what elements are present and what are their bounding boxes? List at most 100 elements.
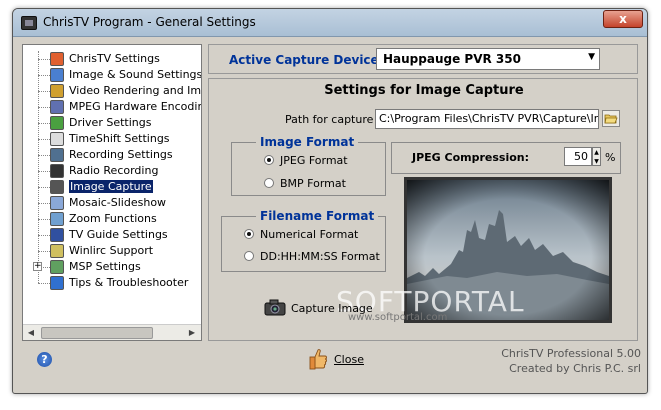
scroll-right-icon[interactable]: ▶	[186, 327, 198, 339]
mpeg-icon	[50, 100, 64, 114]
tree-connector	[38, 155, 50, 156]
mosaic-icon	[50, 196, 64, 210]
tree-item[interactable]: MPEG Hardware Encoding	[23, 99, 201, 115]
tree-item-label: Radio Recording	[69, 164, 159, 177]
expand-icon[interactable]: +	[33, 262, 42, 271]
capture-image-label: Capture Image	[291, 302, 373, 315]
tree-item[interactable]: Winlirc Support	[23, 243, 201, 259]
capture-device-value: Hauppauge PVR 350	[383, 52, 521, 66]
video-icon	[50, 84, 64, 98]
microphone-icon	[50, 164, 64, 178]
tree-connector	[38, 75, 50, 76]
msp-icon	[50, 260, 64, 274]
filename-format-group: Filename Format Numerical Format DD:HH:M…	[221, 209, 386, 272]
tree-connector	[38, 123, 50, 124]
tree-item-label: Tips & Troubleshooter	[69, 276, 189, 289]
capture-device-select[interactable]: Hauppauge PVR 350 ▼	[376, 48, 600, 70]
radio-unchecked-icon	[244, 251, 254, 261]
tree-connector	[38, 139, 50, 140]
jpeg-format-radio[interactable]: JPEG Format	[264, 154, 348, 167]
tree-item-label: Recording Settings	[69, 148, 173, 161]
tree-item[interactable]: Image Capture	[23, 179, 201, 195]
help-icon[interactable]: ?	[37, 352, 52, 367]
tree-connector	[38, 107, 50, 108]
close-label: Close	[334, 353, 364, 366]
tree-connector	[38, 283, 50, 284]
tree-connector	[38, 187, 50, 188]
window-close-button[interactable]: x	[603, 10, 643, 28]
thumbs-up-icon	[309, 349, 327, 370]
driver-icon	[50, 116, 64, 130]
jpeg-compression-input[interactable]: 50	[564, 147, 592, 166]
tree-item[interactable]: TV Guide Settings	[23, 227, 201, 243]
capture-image-button[interactable]: Capture Image	[264, 298, 373, 320]
recording-icon	[50, 148, 64, 162]
capture-device-bar: Active Capture Device : Hauppauge PVR 35…	[208, 44, 638, 74]
image-format-group: Image Format JPEG Format BMP Format	[231, 135, 386, 196]
tree-item[interactable]: Image & Sound Settings	[23, 67, 201, 83]
tree-item-label: Video Rendering and Improvements	[69, 84, 202, 97]
jpeg-compression-spinner[interactable]: ▲ ▼	[592, 147, 601, 166]
version-info: ChrisTV Professional 5.00 Created by Chr…	[493, 346, 641, 376]
clock-icon	[50, 132, 64, 146]
datetime-format-radio[interactable]: DD:HH:MM:SS Format	[244, 250, 380, 263]
capture-path-input[interactable]: C:\Program Files\ChrisTV PVR\Capture\Ima…	[375, 109, 599, 129]
scroll-left-icon[interactable]: ◀	[25, 327, 37, 339]
datetime-format-label: DD:HH:MM:SS Format	[260, 250, 380, 263]
tree-connector	[38, 219, 50, 220]
close-button[interactable]: Close	[309, 348, 379, 372]
tree-item-label: Mosaic-Slideshow	[69, 196, 167, 209]
settings-icon	[50, 52, 64, 66]
jpeg-compression-label: JPEG Compression:	[412, 151, 530, 164]
settings-window: ChrisTV Program - General Settings x Chr…	[12, 8, 648, 394]
tree-item-label: Driver Settings	[69, 116, 152, 129]
image-format-title: Image Format	[256, 135, 359, 149]
radio-unchecked-icon	[264, 178, 274, 188]
tree-item[interactable]: Radio Recording	[23, 163, 201, 179]
jpeg-compression-box: JPEG Compression: 50 ▲ ▼ %	[391, 142, 621, 174]
tree-item-label: Image & Sound Settings	[69, 68, 202, 81]
tree-item[interactable]: Driver Settings	[23, 115, 201, 131]
zoom-icon	[50, 212, 64, 226]
tree-item-label: Image Capture	[69, 180, 153, 193]
tree-item[interactable]: Zoom Functions	[23, 211, 201, 227]
horizontal-scrollbar[interactable]: ◀ ▶	[23, 324, 201, 340]
tree-connector	[38, 203, 50, 204]
image-sound-icon	[50, 68, 64, 82]
tips-icon	[50, 276, 64, 290]
tree-connector	[38, 91, 50, 92]
tree-connector	[38, 171, 50, 172]
tree-item[interactable]: Mosaic-Slideshow	[23, 195, 201, 211]
remote-icon	[50, 244, 64, 258]
bmp-format-radio[interactable]: BMP Format	[264, 177, 346, 190]
settings-tree[interactable]: ChrisTV Settings Image & Sound Settings Vi…	[22, 44, 202, 341]
jpeg-format-label: JPEG Format	[280, 154, 348, 167]
tree-item[interactable]: Video Rendering and Improvements	[23, 83, 201, 99]
folder-browse-icon[interactable]	[602, 110, 620, 127]
version-line: ChrisTV Professional 5.00	[501, 347, 641, 360]
numerical-format-label: Numerical Format	[260, 228, 359, 241]
tree-connector	[38, 235, 50, 236]
bmp-format-label: BMP Format	[280, 177, 346, 190]
radio-checked-icon	[264, 155, 274, 165]
tree-item-label: TimeShift Settings	[69, 132, 170, 145]
tree-item[interactable]: Recording Settings	[23, 147, 201, 163]
path-label: Path for capture	[285, 113, 374, 126]
tree-item-label: Winlirc Support	[69, 244, 154, 257]
tree-item-label: MPEG Hardware Encoding	[69, 100, 202, 113]
tree-item[interactable]: Tips & Troubleshooter	[23, 275, 201, 291]
numerical-format-radio[interactable]: Numerical Format	[244, 228, 358, 241]
tree-item[interactable]: + MSP Settings	[23, 259, 201, 275]
capture-device-label: Active Capture Device :	[229, 53, 388, 67]
tree-connector	[38, 251, 50, 252]
tree-item[interactable]: ChrisTV Settings	[23, 51, 201, 67]
chevron-down-icon[interactable]: ▼	[588, 52, 595, 62]
tree-item[interactable]: TimeShift Settings	[23, 131, 201, 147]
scroll-thumb[interactable]	[41, 327, 153, 339]
tv-guide-icon	[50, 228, 64, 242]
filename-format-title: Filename Format	[256, 209, 379, 223]
title-bar[interactable]: ChrisTV Program - General Settings x	[13, 9, 647, 37]
tree-item-label: MSP Settings	[69, 260, 141, 273]
window-title: ChrisTV Program - General Settings	[43, 15, 256, 29]
settings-title: Settings for Image Capture	[324, 83, 524, 98]
